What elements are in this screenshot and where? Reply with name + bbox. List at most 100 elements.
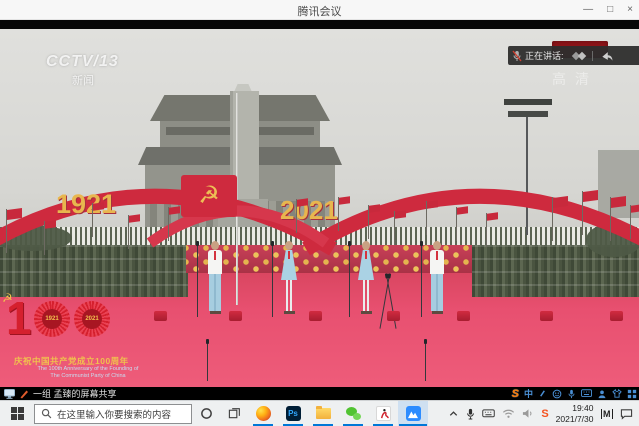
hidden-icons-chevron[interactable] [448, 409, 459, 418]
taskbar-clock[interactable]: 19:40 2021/7/30 [556, 403, 594, 423]
anniversary-caption-en: The 100th Anniversary of the Founding of… [8, 366, 168, 380]
search-placeholder: 在这里输入你要搜索的内容 [57, 407, 171, 421]
taskbar-app-tencent-meeting[interactable] [398, 401, 428, 426]
red-flower-pot [540, 311, 553, 321]
red-flower-pot [309, 311, 322, 321]
sogou-tray-icon[interactable]: S [541, 408, 548, 420]
tray-keyboard-icon[interactable] [482, 409, 495, 418]
volume-icon[interactable] [522, 408, 534, 419]
red-flag [338, 197, 339, 231]
banner-year-2021: 2021 [280, 195, 338, 226]
red-flag [426, 201, 427, 235]
meeting-logo-icon[interactable] [577, 51, 585, 59]
muted-mic-icon [512, 50, 522, 62]
screen-share-bar: 一组 孟臻的屏幕共享 S 中 [0, 387, 639, 400]
banner-year-1921: 1921 [56, 189, 116, 220]
performer-boy-2 [428, 241, 446, 319]
meeting-window: 1921 2021 ☭ [0, 20, 639, 400]
wifi-icon[interactable] [502, 408, 515, 419]
ime-punctuation-icon[interactable] [538, 389, 547, 398]
red-flag [92, 203, 93, 237]
cortana-icon [200, 407, 213, 420]
mic-stand [421, 245, 422, 317]
close-button[interactable]: × [627, 0, 633, 20]
input-language-indicator[interactable]: M [601, 409, 614, 419]
minimize-button[interactable]: — [583, 0, 593, 20]
ime-voice-icon[interactable] [567, 389, 576, 399]
cctv13-logo: CCTV/13 新闻 [46, 53, 119, 88]
tencent-meeting-icon [406, 406, 421, 421]
system-tray: S 19:40 2021/7/30 M [448, 403, 639, 423]
red-flag [610, 197, 611, 241]
mic-stand [272, 245, 273, 317]
mic-stand [197, 245, 198, 317]
taskbar-app-photoshop[interactable]: Ps [278, 401, 308, 426]
toolbar-divider [592, 51, 593, 61]
red-flower-pot [610, 311, 623, 321]
cortana-button[interactable] [192, 401, 220, 426]
shared-screen-video: 1921 2021 ☭ [0, 29, 639, 387]
ime-skin-icon[interactable] [612, 389, 622, 398]
taskbar-app-firefox[interactable] [248, 401, 278, 426]
red-flag [168, 207, 169, 241]
red-flag [368, 205, 369, 239]
taskbar-app-media[interactable] [368, 401, 398, 426]
red-flag [44, 221, 45, 255]
red-flag [6, 209, 7, 253]
task-view-icon [228, 407, 241, 420]
performer-girl-1 [280, 241, 298, 319]
anniversary-100-logo: 1 ☭ 1921 2021 [2, 293, 140, 355]
party-emblem-panel: ☭ [181, 175, 237, 217]
desktop: 腾讯会议 — □ × [0, 0, 639, 426]
annotation-pen-icon [19, 389, 29, 399]
mic-stand [425, 343, 426, 381]
sogou-logo-icon[interactable]: S [512, 388, 519, 400]
maximize-button[interactable]: □ [607, 0, 613, 20]
red-flower-pot [387, 311, 400, 321]
wechat-icon [346, 407, 361, 420]
ime-account-icon[interactable] [597, 389, 607, 399]
share-source-label: 一组 孟臻的屏幕共享 [33, 387, 117, 400]
taskbar-search-input[interactable]: 在这里输入你要搜索的内容 [34, 404, 192, 424]
window-titlebar: 腾讯会议 — □ × [0, 0, 639, 20]
windows-taskbar: 在这里输入你要搜索的内容 Ps [0, 400, 639, 426]
start-button[interactable] [0, 401, 34, 426]
ime-toolbox-icon[interactable] [627, 389, 637, 399]
return-arrow-icon[interactable] [600, 49, 614, 63]
logo-circle-1921: 1921 [34, 301, 70, 337]
red-flag [582, 191, 583, 235]
taskbar-app-file-explorer[interactable] [308, 401, 338, 426]
tray-mic-icon[interactable] [466, 408, 475, 420]
task-view-button[interactable] [220, 401, 248, 426]
ime-chinese-mode[interactable]: 中 [524, 387, 533, 400]
action-center-icon[interactable] [620, 408, 633, 420]
sogou-ime-bar: S 中 [512, 387, 637, 400]
hd-watermark: 高清 [552, 69, 598, 89]
red-flag [128, 215, 129, 249]
media-app-icon [376, 406, 391, 421]
photoshop-icon: Ps [286, 406, 301, 421]
window-title: 腾讯会议 [0, 3, 639, 19]
red-flag [456, 207, 457, 241]
ime-emoji-icon[interactable] [552, 389, 562, 399]
mic-stand [207, 343, 208, 381]
ime-keyboard-icon[interactable] [581, 389, 592, 398]
performer-boy-1 [206, 241, 224, 319]
red-flag [394, 211, 395, 245]
firefox-icon [256, 406, 271, 421]
performer-girl-2 [357, 241, 375, 319]
clock-date: 2021/7/30 [556, 414, 594, 424]
red-flag [486, 213, 487, 247]
red-flower-pot [154, 311, 167, 321]
logo-hammer-sickle-icon: ☭ [2, 291, 13, 305]
red-flag [296, 199, 297, 233]
clock-time: 19:40 [556, 403, 594, 413]
search-icon [41, 408, 52, 419]
file-explorer-icon [316, 408, 331, 419]
window-controls: — □ × [583, 0, 633, 20]
hammer-sickle-emblem: ☭ [198, 184, 220, 208]
red-flower-pot [229, 311, 242, 321]
taskbar-app-wechat[interactable] [338, 401, 368, 426]
red-flag [630, 205, 631, 239]
speaking-label: 正在讲话: [525, 49, 564, 62]
